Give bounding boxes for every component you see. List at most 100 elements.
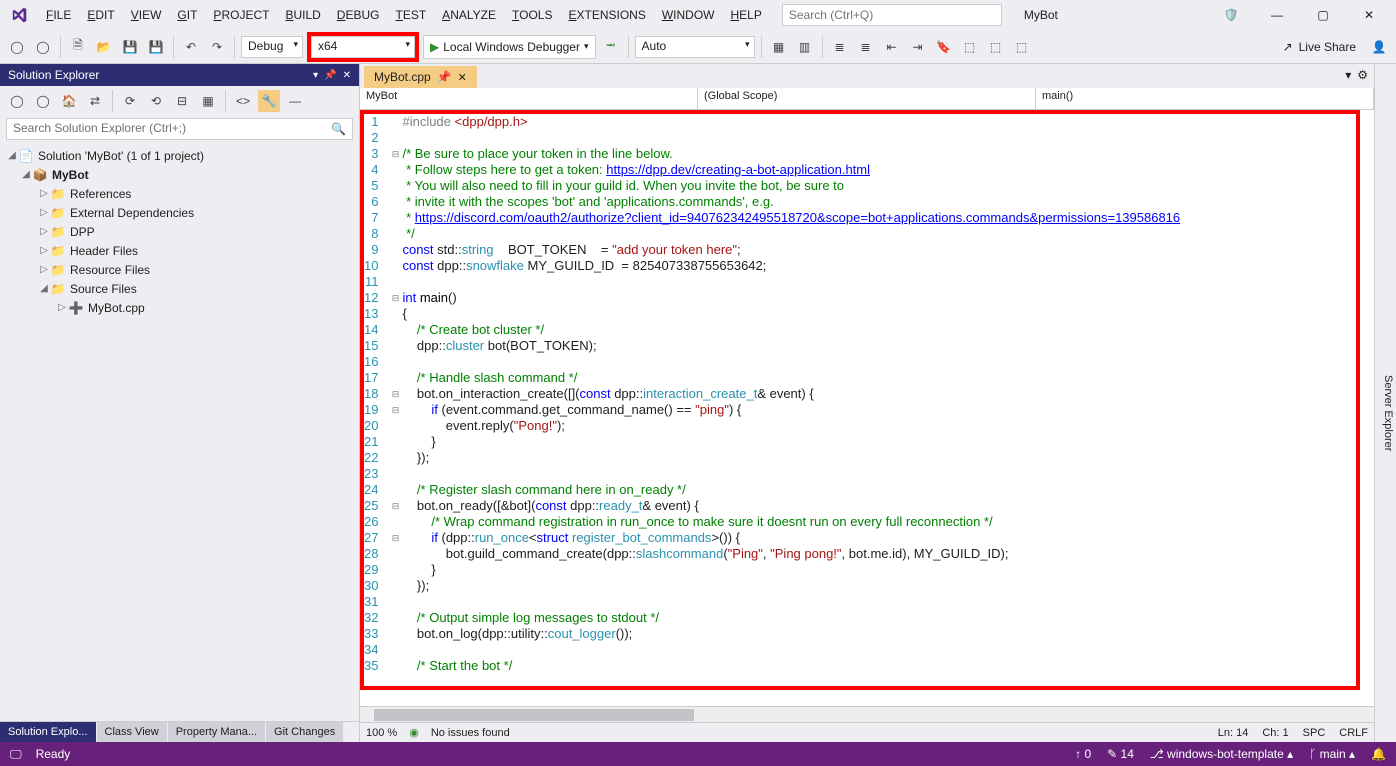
tabs-dropdown-icon[interactable]: ▾	[1345, 68, 1351, 82]
se-code-icon[interactable]: <>	[232, 90, 254, 112]
tree-project[interactable]: ◢📦MyBot	[0, 165, 359, 184]
zoom-combo[interactable]: 100 %	[366, 727, 397, 739]
save-all-icon[interactable]: 💾	[145, 36, 167, 58]
solution-explorer-search[interactable]: Search Solution Explorer (Ctrl+;) 🔍	[6, 118, 353, 140]
start-debug-button[interactable]: ▶Local Windows Debugger▾	[423, 35, 596, 59]
se-collapse-icon[interactable]: ⊟	[171, 90, 193, 112]
panel-dropdown-icon[interactable]: ▾	[313, 70, 318, 81]
vs-logo-icon	[8, 4, 30, 26]
solution-tree[interactable]: ◢📄Solution 'MyBot' (1 of 1 project) ◢📦My…	[0, 142, 359, 721]
se-fwd-icon[interactable]: ◯	[32, 90, 54, 112]
tree-file-mybot[interactable]: ▷➕MyBot.cpp	[0, 298, 359, 317]
tree-solution-root[interactable]: ◢📄Solution 'MyBot' (1 of 1 project)	[0, 146, 359, 165]
output-icon[interactable]: 🖵	[10, 747, 22, 762]
line-indicator[interactable]: Ln: 14	[1218, 727, 1249, 739]
nav-combo[interactable]: MyBot	[360, 88, 698, 109]
se-showall-icon[interactable]: ▦	[197, 90, 219, 112]
tb-icon-3[interactable]: ≣	[829, 36, 851, 58]
source-control-up[interactable]: ↑ 0	[1075, 747, 1091, 761]
editor-area: MyBot.cpp 📌 ✕ ▾ ⚙ MyBot(Global Scope)mai…	[360, 64, 1374, 742]
menu-tools[interactable]: TOOLS	[504, 4, 560, 26]
menu-build[interactable]: BUILD	[277, 4, 328, 26]
panel-tab[interactable]: Property Mana...	[168, 722, 265, 742]
nav-fwd-icon[interactable]: ◯	[32, 36, 54, 58]
se-wrench-icon[interactable]: 🔧	[258, 90, 280, 112]
menu-file[interactable]: FILE	[38, 4, 79, 26]
se-back-icon[interactable]: ◯	[6, 90, 28, 112]
panel-pin-icon[interactable]: 📌	[324, 70, 336, 81]
tree-node[interactable]: ▷📁Header Files	[0, 241, 359, 260]
user-badge-icon[interactable]: 🛡️	[1208, 0, 1254, 30]
menu-help[interactable]: HELP	[723, 4, 770, 26]
tb-icon-8[interactable]: ⬚	[985, 36, 1007, 58]
maximize-button[interactable]: ▢	[1300, 0, 1346, 30]
se-home-icon[interactable]: 🏠	[58, 90, 80, 112]
panel-tab[interactable]: Git Changes	[266, 722, 343, 742]
step-icon[interactable]: ⭲	[600, 36, 622, 58]
menu-extensions[interactable]: EXTENSIONS	[560, 4, 653, 26]
panel-tab[interactable]: Solution Explo...	[0, 722, 96, 742]
nav-back-icon[interactable]: ◯	[6, 36, 28, 58]
tb-indent-icon[interactable]: ⇥	[907, 36, 929, 58]
tb-icon-2[interactable]: ▥	[794, 36, 816, 58]
side-rail-tab[interactable]: Server Explorer	[1380, 369, 1396, 457]
col-indicator[interactable]: Ch: 1	[1262, 727, 1288, 739]
live-share-button[interactable]: ↗ Live Share	[1275, 40, 1364, 54]
tb-icon-9[interactable]: ⬚	[1011, 36, 1033, 58]
se-switch-icon[interactable]: ⇄	[84, 90, 106, 112]
menu-debug[interactable]: DEBUG	[329, 4, 388, 26]
minimize-button[interactable]: —	[1254, 0, 1300, 30]
tab-pin-icon[interactable]: 📌	[437, 70, 452, 84]
tab-mybot-cpp[interactable]: MyBot.cpp 📌 ✕	[364, 66, 477, 88]
panel-tab[interactable]: Class View	[97, 722, 167, 742]
tree-node[interactable]: ▷📁Resource Files	[0, 260, 359, 279]
fold-gutter[interactable]: ⊟⊟⊟⊟⊟⊟	[388, 110, 402, 706]
se-more-icon[interactable]: —	[284, 90, 306, 112]
tree-node[interactable]: ▷📁DPP	[0, 222, 359, 241]
code-content[interactable]: #include <dpp/dpp.h>/* Be sure to place …	[402, 110, 1374, 706]
menu-project[interactable]: PROJECT	[205, 4, 277, 26]
tb-outdent-icon[interactable]: ⇤	[881, 36, 903, 58]
repo-indicator[interactable]: ⎇ windows-bot-template ▴	[1150, 747, 1293, 761]
tb-icon-4[interactable]: ≣	[855, 36, 877, 58]
tb-icon-1[interactable]: ▦	[768, 36, 790, 58]
auto-combo[interactable]: Auto	[635, 36, 755, 58]
solution-explorer-toolbar: ◯ ◯ 🏠 ⇄ ⟳ ⟲ ⊟ ▦ <> 🔧 —	[0, 86, 359, 116]
undo-icon[interactable]: ↶	[180, 36, 202, 58]
tab-close-icon[interactable]: ✕	[458, 71, 467, 84]
nav-combo[interactable]: main()	[1036, 88, 1374, 109]
redo-icon[interactable]: ↷	[206, 36, 228, 58]
source-control-edits[interactable]: ✎ 14	[1107, 747, 1134, 761]
notifications-icon[interactable]: 🔔	[1371, 747, 1386, 761]
se-sync-icon[interactable]: ⟳	[119, 90, 141, 112]
branch-name: main	[1320, 747, 1346, 761]
quick-search-input[interactable]	[782, 4, 1002, 26]
new-project-icon[interactable]: 🗎	[67, 36, 89, 58]
branch-indicator[interactable]: ᚴ main ▴	[1309, 747, 1355, 761]
tree-node[interactable]: ▷📁References	[0, 184, 359, 203]
panel-close-icon[interactable]: ✕	[343, 70, 351, 81]
platform-combo[interactable]: x64	[311, 36, 415, 58]
tree-node[interactable]: ▷📁External Dependencies	[0, 203, 359, 222]
close-button[interactable]: ✕	[1346, 0, 1392, 30]
menu-git[interactable]: GIT	[169, 4, 205, 26]
tb-icon-7[interactable]: ⬚	[959, 36, 981, 58]
tabs-settings-icon[interactable]: ⚙	[1357, 68, 1368, 82]
menu-window[interactable]: WINDOW	[654, 4, 723, 26]
horizontal-scrollbar[interactable]	[360, 706, 1374, 722]
tree-node[interactable]: ◢📁Source Files	[0, 279, 359, 298]
nav-combo[interactable]: (Global Scope)	[698, 88, 1036, 109]
se-refresh-icon[interactable]: ⟲	[145, 90, 167, 112]
menu-edit[interactable]: EDIT	[79, 4, 122, 26]
account-icon[interactable]: 👤	[1368, 36, 1390, 58]
eol-indicator[interactable]: CRLF	[1339, 727, 1368, 739]
indent-indicator[interactable]: SPC	[1303, 727, 1326, 739]
menu-analyze[interactable]: ANALYZE	[434, 4, 504, 26]
bookmark-icon[interactable]: 🔖	[933, 36, 955, 58]
code-editor[interactable]: 1234567891011121314151617181920212223242…	[360, 110, 1374, 706]
config-combo[interactable]: Debug	[241, 36, 303, 58]
open-icon[interactable]: 📂	[93, 36, 115, 58]
save-icon[interactable]: 💾	[119, 36, 141, 58]
menu-test[interactable]: TEST	[387, 4, 434, 26]
menu-view[interactable]: VIEW	[123, 4, 170, 26]
